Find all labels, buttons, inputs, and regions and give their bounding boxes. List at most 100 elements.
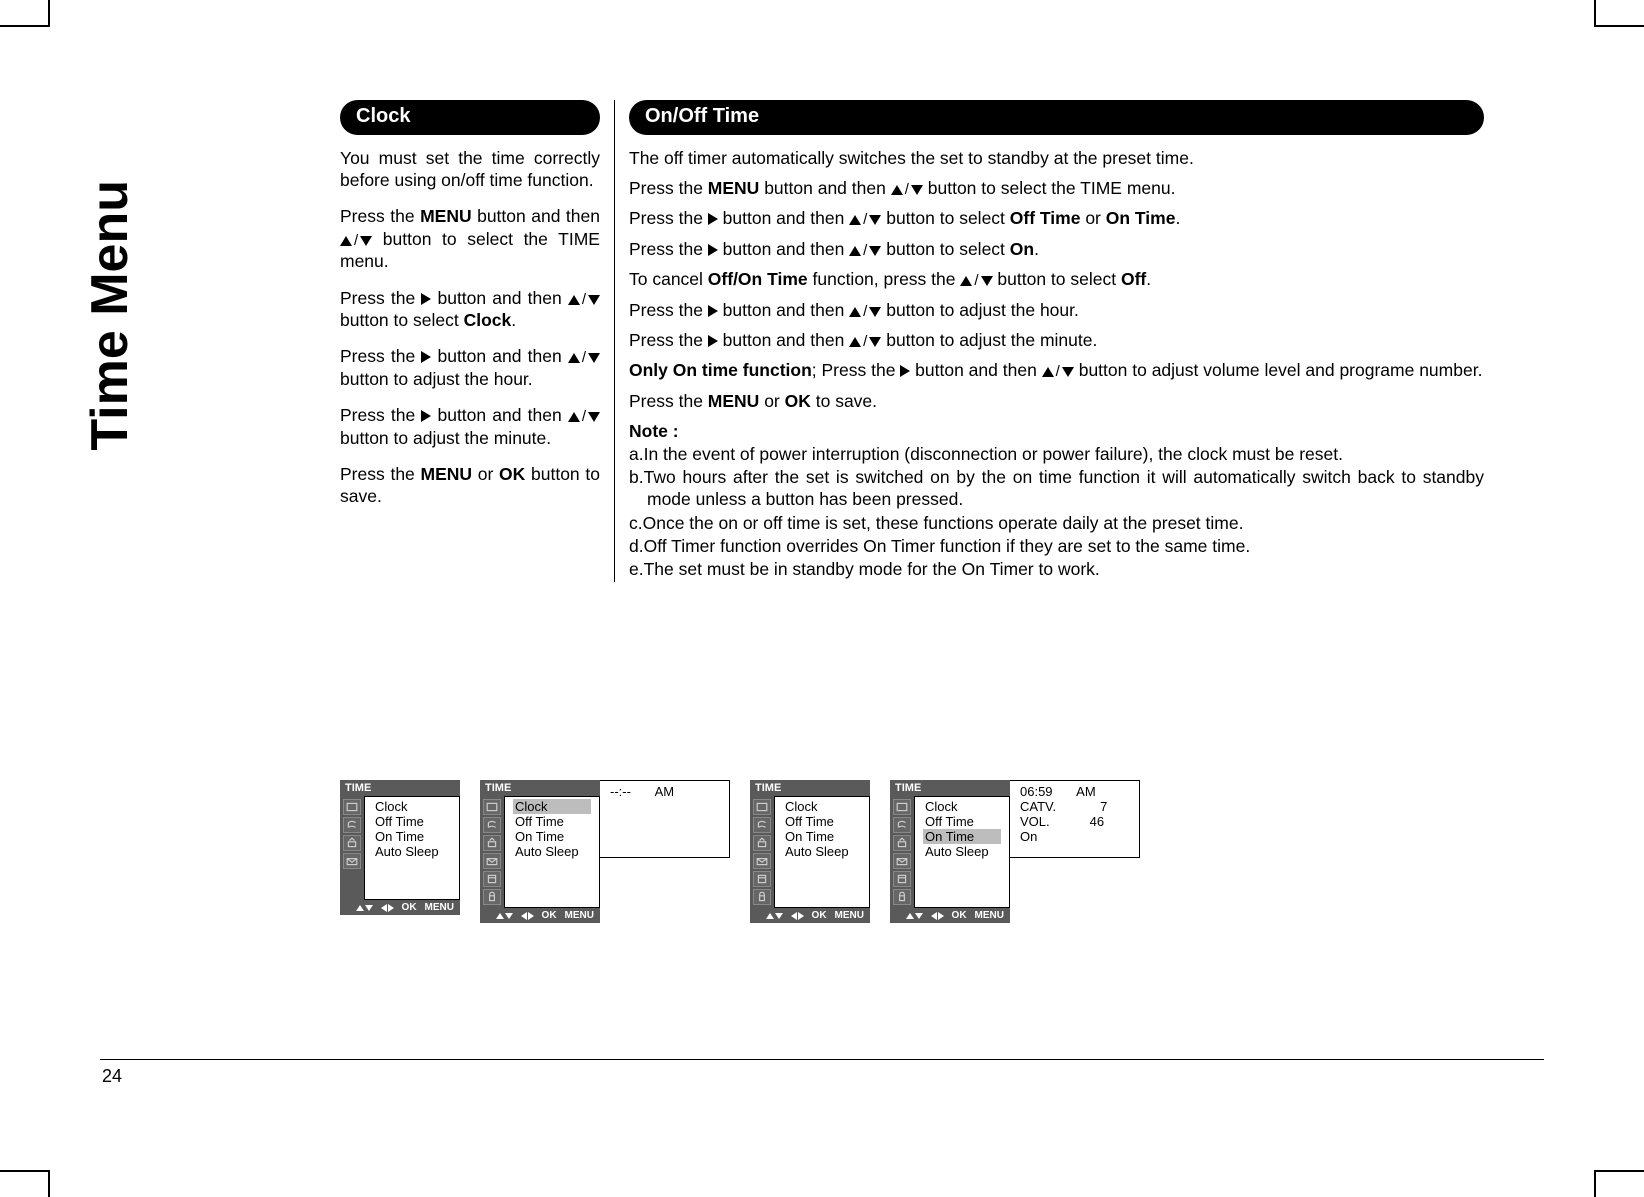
triangle-right-icon: [421, 293, 431, 305]
osd-category-icon: [893, 835, 911, 851]
osd-detail-panel: 06:59 AM CATV.7 VOL.46 On: [1010, 780, 1140, 858]
note-a: a.In the event of power interruption (di…: [629, 443, 1484, 465]
osd-item: On Time: [513, 829, 591, 844]
triangle-up-icon: [568, 353, 580, 363]
triangle-down-icon: [869, 337, 881, 347]
triangle-down-icon: [360, 236, 372, 246]
osd-item-list: ClockOff TimeOn TimeAuto Sleep: [504, 796, 600, 908]
osd-title: TIME: [890, 780, 1010, 796]
onoff-step-on: Press the button and then / button to se…: [629, 238, 1484, 260]
onoff-step-only-on: Only On time function; Press the button …: [629, 359, 1484, 381]
triangle-up-icon: [1042, 367, 1054, 377]
triangle-right-icon: [421, 351, 431, 363]
osd-item: On Time: [783, 829, 861, 844]
detail-ampm: AM: [1076, 784, 1096, 799]
osd-footer: OK MENU: [340, 900, 460, 915]
osd-category-icon: [753, 853, 771, 869]
onoff-step-hour: Press the button and then / button to ad…: [629, 299, 1484, 321]
triangle-up-icon: [960, 276, 972, 286]
osd-category-icon: [753, 799, 771, 815]
triangle-down-icon: [588, 353, 600, 363]
section-title: Time Menu: [80, 180, 140, 451]
clock-step-hour: Press the button and then / button to ad…: [340, 345, 600, 390]
triangle-up-icon: [891, 185, 903, 195]
osd-category-icon: [483, 871, 501, 887]
triangle-up-icon: [568, 295, 580, 305]
clock-step-select: Press the button and then / button to se…: [340, 287, 600, 332]
onoff-intro: The off timer automatically switches the…: [629, 147, 1484, 169]
triangle-down-icon: [869, 246, 881, 256]
clock-intro: You must set the time correctly before u…: [340, 147, 600, 192]
osd-item: On Time: [923, 829, 1001, 844]
triangle-right-icon: [421, 410, 431, 422]
page-number: 24: [100, 1059, 1544, 1087]
triangle-down-icon: [911, 185, 923, 195]
osd-item: Clock: [923, 799, 1001, 814]
osd-category-icons: [480, 796, 504, 908]
osd-category-icons: [890, 796, 914, 908]
osd-category-icon: [483, 889, 501, 905]
osd-item: Off Time: [373, 814, 451, 829]
osd-category-icon: [753, 835, 771, 851]
osd-category-icon: [483, 835, 501, 851]
clock-step-menu: Press the MENU button and then / button …: [340, 205, 600, 272]
osd-screenshots-row: TIME ClockOff TimeOn TimeAuto Sleep OK M…: [340, 780, 1484, 923]
triangle-up-icon: [849, 307, 861, 317]
clock-step-minute: Press the button and then / button to ad…: [340, 404, 600, 449]
triangle-up-icon: [340, 236, 352, 246]
osd-detail-panel: --:-- AM: [600, 780, 730, 858]
osd-item: Auto Sleep: [783, 844, 861, 859]
triangle-up-icon: [849, 337, 861, 347]
osd-category-icon: [343, 799, 361, 815]
osd-item: On Time: [373, 829, 451, 844]
detail-time: 06:59: [1020, 784, 1053, 799]
detail-catv-label: CATV.: [1020, 799, 1056, 814]
notes-list: a.In the event of power interruption (di…: [629, 443, 1484, 581]
osd-menu-4: TIME ClockOff TimeOn TimeAuto Sleep OK M…: [890, 780, 1010, 923]
osd-title: TIME: [480, 780, 600, 796]
osd-category-icon: [483, 853, 501, 869]
triangle-down-icon: [869, 215, 881, 225]
osd-category-icon: [893, 871, 911, 887]
osd-item-list: ClockOff TimeOn TimeAuto Sleep: [364, 796, 460, 900]
triangle-down-icon: [588, 295, 600, 305]
osd-category-icons: [340, 796, 364, 900]
osd-category-icon: [343, 817, 361, 833]
osd-category-icon: [343, 853, 361, 869]
triangle-up-icon: [568, 412, 580, 422]
osd-item-list: ClockOff TimeOn TimeAuto Sleep: [914, 796, 1010, 908]
detail-vol-value: 46: [1090, 814, 1104, 829]
osd-footer: OK MENU: [480, 908, 600, 923]
triangle-down-icon: [981, 276, 993, 286]
onoff-step-cancel: To cancel Off/On Time function, press th…: [629, 268, 1484, 290]
onoff-step-minute: Press the button and then / button to ad…: [629, 329, 1484, 351]
osd-item: Off Time: [513, 814, 591, 829]
detail-time: --:--: [610, 784, 631, 799]
osd-item: Auto Sleep: [373, 844, 451, 859]
osd-category-icon: [893, 817, 911, 833]
osd-category-icon: [483, 799, 501, 815]
onoff-step-menu: Press the MENU button and then / button …: [629, 177, 1484, 199]
onoff-column: On/Off Time The off timer automatically …: [615, 100, 1484, 582]
osd-item: Auto Sleep: [923, 844, 1001, 859]
osd-item: Off Time: [923, 814, 1001, 829]
osd-category-icons: [750, 796, 774, 908]
osd-category-icon: [753, 817, 771, 833]
osd-item: Auto Sleep: [513, 844, 591, 859]
osd-item: Clock: [513, 799, 591, 814]
content-area: Clock You must set the time correctly be…: [340, 100, 1484, 582]
osd-item: Clock: [783, 799, 861, 814]
detail-ampm: AM: [655, 784, 675, 799]
detail-vol-label: VOL.: [1020, 814, 1050, 829]
triangle-down-icon: [1062, 367, 1074, 377]
osd-item: Clock: [373, 799, 451, 814]
triangle-down-icon: [869, 307, 881, 317]
osd-category-icon: [893, 889, 911, 905]
osd-category-icon: [893, 853, 911, 869]
note-c: c.Once the on or off time is set, these …: [629, 512, 1484, 534]
osd-title: TIME: [750, 780, 870, 796]
triangle-right-icon: [708, 213, 718, 225]
osd-category-icon: [343, 835, 361, 851]
detail-catv-value: 7: [1100, 799, 1107, 814]
osd-menu-3: TIME ClockOff TimeOn TimeAuto Sleep OK M…: [750, 780, 870, 923]
